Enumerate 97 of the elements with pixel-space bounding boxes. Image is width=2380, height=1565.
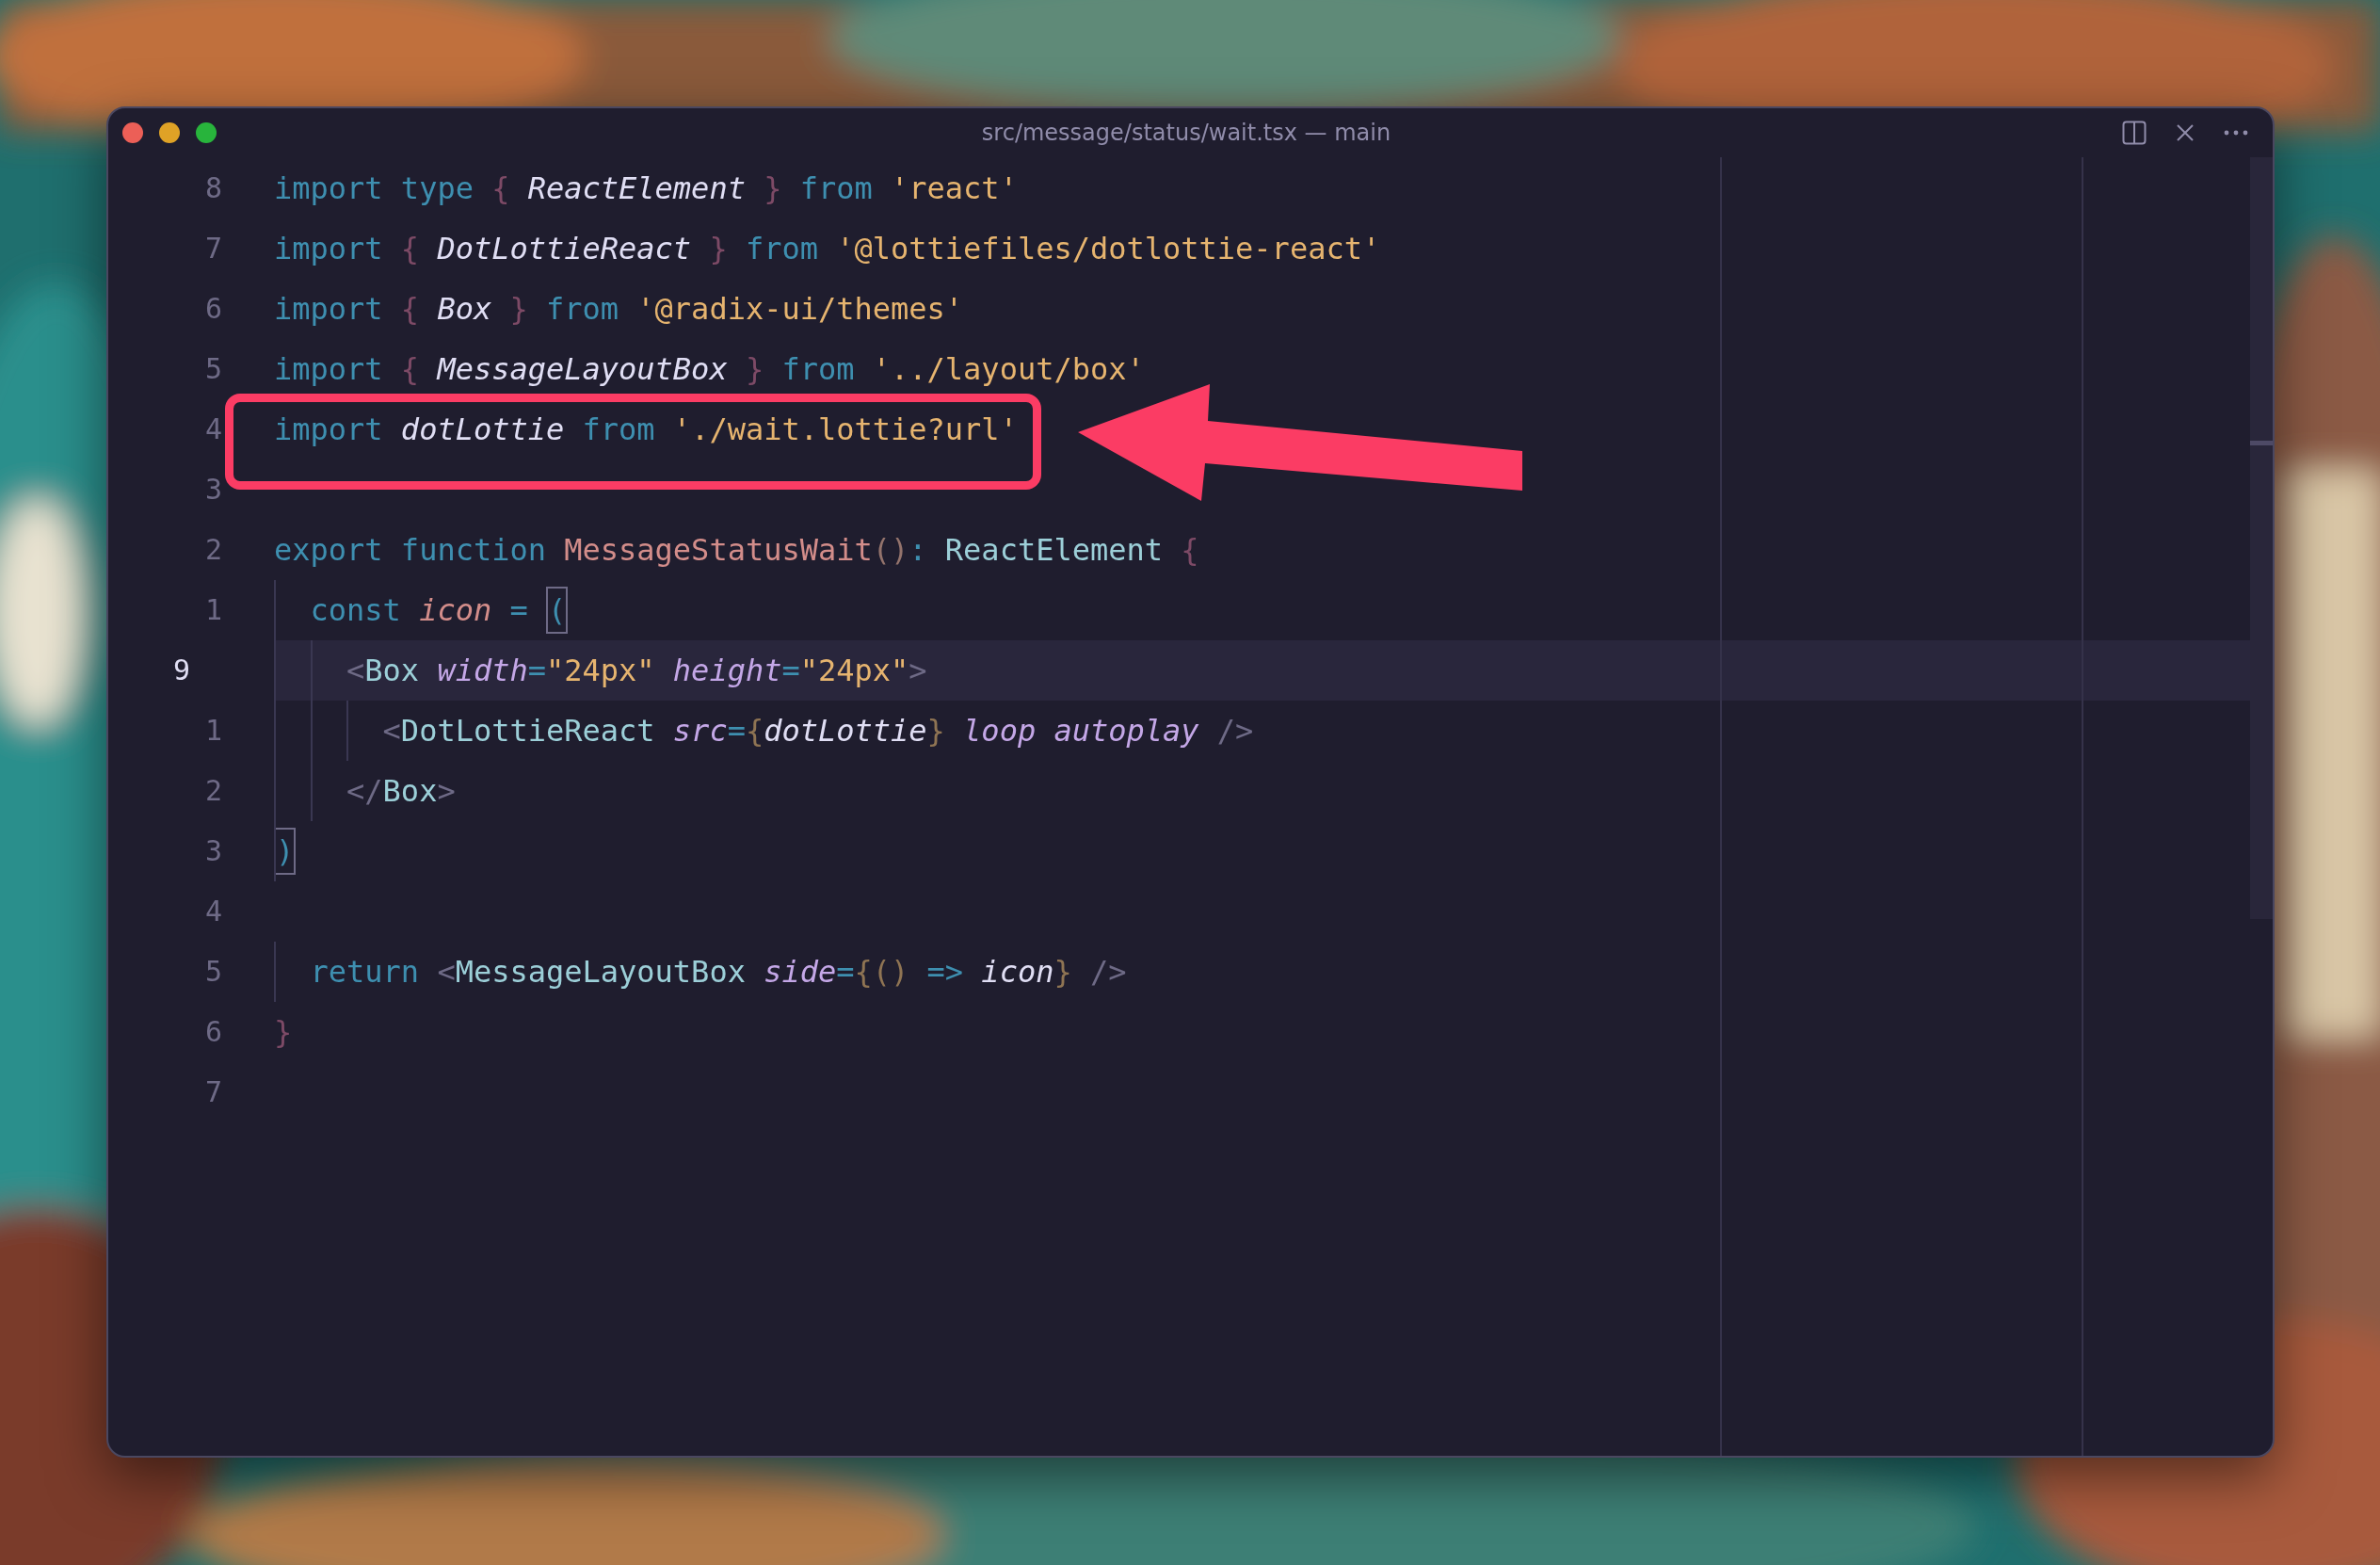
code-token: } bbox=[509, 291, 529, 327]
code-token: ReactElement bbox=[527, 170, 747, 206]
code-token: /> bbox=[1216, 713, 1254, 749]
code-token: = bbox=[527, 653, 546, 688]
code-token: { bbox=[400, 231, 421, 266]
close-window-button[interactable] bbox=[122, 122, 143, 143]
code-token: from bbox=[799, 170, 874, 206]
line-number: 5 bbox=[203, 351, 222, 387]
code-token: </ bbox=[346, 773, 383, 809]
line-number: 4 bbox=[203, 894, 222, 929]
code-token: 'react' bbox=[891, 170, 1018, 206]
code-token: } bbox=[745, 351, 765, 387]
code-token: import bbox=[274, 291, 384, 327]
code-token: > bbox=[909, 653, 927, 688]
line-number: 7 bbox=[203, 1074, 222, 1110]
code-token: '@lottiefiles/dotlottie-react' bbox=[836, 231, 1381, 266]
code-token: DotLottieReact bbox=[400, 713, 656, 749]
code-token: = bbox=[509, 592, 529, 628]
code-token: icon bbox=[419, 592, 493, 628]
code-token: { bbox=[491, 170, 511, 206]
code-token: () bbox=[872, 532, 909, 568]
code-token: src bbox=[672, 713, 728, 749]
code-token: : bbox=[909, 532, 928, 568]
code-token: export bbox=[274, 532, 384, 568]
code-token: MessageLayoutBox bbox=[455, 954, 747, 990]
code-token: } bbox=[709, 231, 729, 266]
code-token: = bbox=[727, 713, 746, 749]
code-token: DotLottieReact bbox=[437, 231, 693, 266]
code-token: ReactElement bbox=[944, 532, 1164, 568]
code-token: import bbox=[274, 231, 384, 266]
line-number: 8 bbox=[203, 170, 222, 206]
code-token: /> bbox=[1089, 954, 1127, 990]
code-token: ( bbox=[546, 586, 569, 635]
code-token: < bbox=[346, 653, 365, 688]
code-token: const bbox=[309, 592, 402, 628]
code-token: "24px" bbox=[546, 653, 656, 688]
code-token: from bbox=[745, 231, 819, 266]
code-token: Box bbox=[364, 653, 421, 688]
line-number: 6 bbox=[203, 1014, 222, 1050]
code-token: MessageStatusWait bbox=[564, 532, 873, 568]
code-token: Box bbox=[382, 773, 438, 809]
code-token: ) bbox=[274, 827, 297, 876]
code-token: '../layout/box' bbox=[872, 351, 1145, 387]
line-number: 4 bbox=[203, 411, 222, 447]
code-token: dotLottie bbox=[764, 713, 927, 749]
code-token: } bbox=[274, 1014, 293, 1050]
code-token: "24px" bbox=[799, 653, 909, 688]
code-token: { bbox=[400, 291, 421, 327]
code-token: } bbox=[1053, 954, 1073, 990]
line-number: 9 bbox=[171, 653, 190, 688]
code-token: side bbox=[764, 954, 837, 990]
maximize-window-button[interactable] bbox=[196, 122, 217, 143]
line-number: 2 bbox=[203, 532, 222, 568]
code-token: from bbox=[582, 411, 656, 447]
code-token: Box bbox=[437, 291, 493, 327]
code-token: { bbox=[400, 351, 421, 387]
code-token: = bbox=[836, 954, 855, 990]
code-token: autoplay bbox=[1053, 713, 1200, 749]
code-token: import bbox=[274, 411, 384, 447]
line-number: 5 bbox=[203, 954, 222, 990]
window-title: src/message/status/wait.tsx — main bbox=[981, 120, 1391, 146]
code-token: { bbox=[1181, 532, 1199, 568]
code-token: width bbox=[437, 653, 528, 688]
code-token: import bbox=[274, 351, 384, 387]
line-number: 7 bbox=[203, 231, 222, 266]
code-token: return bbox=[309, 954, 421, 990]
code-token: < bbox=[437, 954, 456, 990]
code-token: function bbox=[400, 532, 547, 568]
line-number: 1 bbox=[203, 713, 222, 749]
code-token: icon bbox=[981, 954, 1054, 990]
code-token: from bbox=[781, 351, 856, 387]
line-number: 6 bbox=[203, 291, 222, 327]
minimize-window-button[interactable] bbox=[159, 122, 180, 143]
code-token: > bbox=[437, 773, 456, 809]
code-token: '@radix-ui/themes' bbox=[636, 291, 964, 327]
line-number: 2 bbox=[203, 773, 222, 809]
code-token: dotLottie bbox=[400, 411, 566, 447]
code-token: } bbox=[926, 713, 946, 749]
code-token: height bbox=[672, 653, 782, 688]
code-token: './wait.lottie?url' bbox=[672, 411, 1018, 447]
scrollbar[interactable] bbox=[2250, 157, 2273, 919]
code-token: { bbox=[854, 954, 873, 990]
code-token: MessageLayoutBox bbox=[437, 351, 729, 387]
split-editor-icon[interactable] bbox=[2120, 119, 2148, 147]
code-token: } bbox=[764, 170, 783, 206]
code-token: from bbox=[546, 291, 620, 327]
line-number: 3 bbox=[203, 472, 222, 508]
code-token: = bbox=[781, 653, 800, 688]
line-number: 3 bbox=[203, 833, 222, 869]
line-number: 1 bbox=[203, 592, 222, 628]
code-token: < bbox=[381, 713, 401, 749]
code-token: { bbox=[745, 713, 764, 749]
code-token: type bbox=[400, 170, 474, 206]
code-token: import bbox=[274, 170, 384, 206]
code-token: loop bbox=[963, 713, 1037, 749]
code-token: () bbox=[872, 954, 910, 990]
code-token: => bbox=[926, 954, 965, 990]
